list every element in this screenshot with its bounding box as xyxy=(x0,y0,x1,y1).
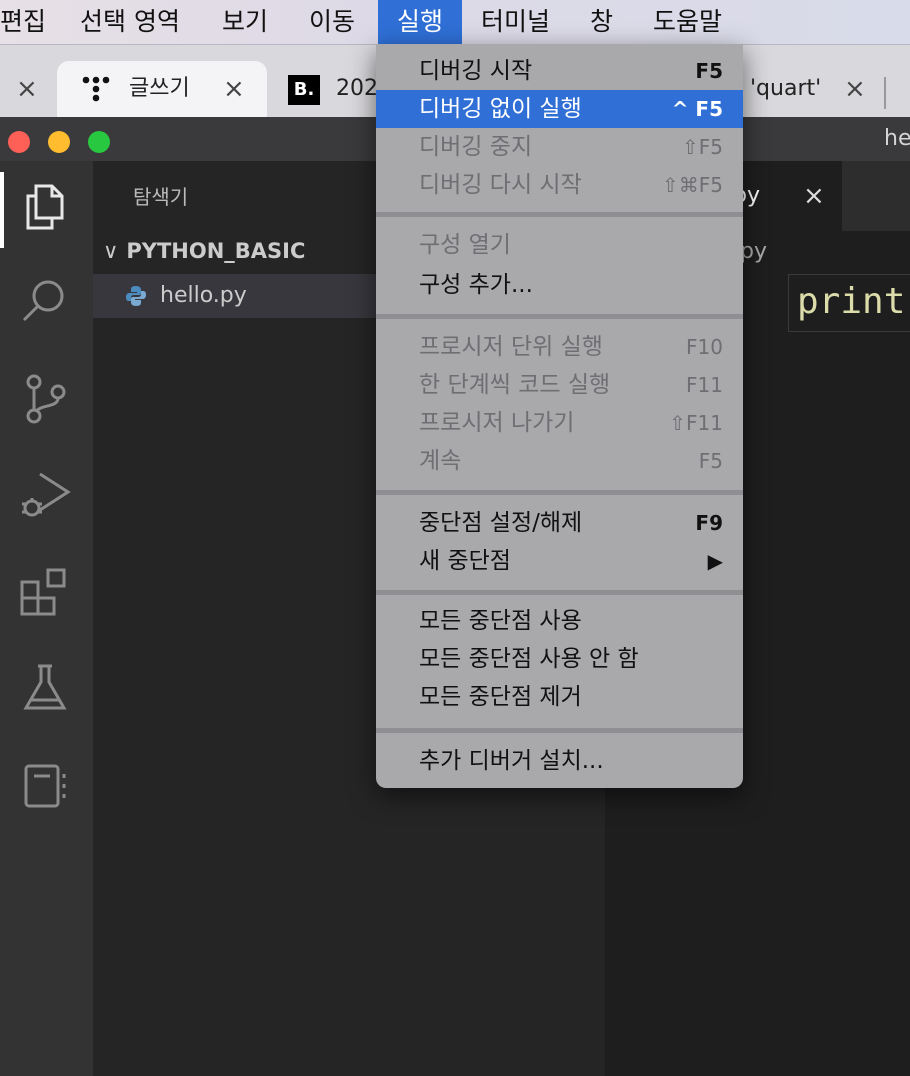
zoom-window-button[interactable] xyxy=(88,131,110,153)
menu-item-new-breakpoint[interactable]: 새 중단점 ▶ xyxy=(376,542,743,580)
python-file-icon xyxy=(126,286,146,306)
code-text: print xyxy=(797,281,906,322)
menu-item-shortcut: ⇧F5 xyxy=(682,135,723,159)
menu-item-label: 계속 xyxy=(419,448,462,474)
browser-tab-label: 글쓰기 xyxy=(129,76,190,101)
menu-item-restart-debugging: 디버깅 다시 시작 ⇧⌘F5 xyxy=(376,166,743,204)
menu-item-shortcut: ^ F5 xyxy=(671,97,723,121)
browser-tab-label: 202 xyxy=(336,76,378,101)
tab-close-button[interactable]: × xyxy=(223,61,245,117)
browser-tab-write[interactable]: 글쓰기 × xyxy=(57,61,267,117)
menu-edit[interactable]: 편집 xyxy=(0,0,46,44)
menu-run[interactable]: 실행 xyxy=(378,0,462,44)
source-control-icon[interactable] xyxy=(18,372,72,426)
minimize-window-button[interactable] xyxy=(48,131,70,153)
tab-divider xyxy=(884,77,886,109)
menu-item-shortcut: F11 xyxy=(686,373,723,397)
menu-item-label: 한 단계씩 코드 실행 xyxy=(419,372,611,398)
current-line: print xyxy=(788,274,910,332)
menu-item-label: 추가 디버거 설치... xyxy=(419,748,604,774)
workspace-folder-label: PYTHON_BASIC xyxy=(126,239,306,263)
active-view-indicator xyxy=(0,172,4,248)
files-icon[interactable] xyxy=(18,180,72,234)
menu-go[interactable]: 이동 xyxy=(309,0,355,44)
menu-terminal[interactable]: 터미널 xyxy=(481,0,550,44)
breadcrumb[interactable]: py xyxy=(740,239,767,264)
menu-item-label: 디버깅 중지 xyxy=(419,134,533,160)
menu-item-shortcut: F5 xyxy=(698,449,723,473)
menu-item-enable-all-breakpoints[interactable]: 모든 중단점 사용 xyxy=(376,602,743,640)
close-window-button[interactable] xyxy=(8,131,30,153)
menu-item-stop-debugging: 디버깅 중지 ⇧F5 xyxy=(376,128,743,166)
menu-separator xyxy=(376,314,743,319)
menu-item-label: 프로시저 나가기 xyxy=(419,410,575,436)
menu-item-step-into: 한 단계씩 코드 실행 F11 xyxy=(376,366,743,404)
workspace-folder[interactable]: ∨ PYTHON_BASIC xyxy=(103,239,305,263)
menu-separator xyxy=(376,212,743,217)
testing-icon[interactable] xyxy=(18,662,72,716)
menu-item-step-out: 프로시저 나가기 ⇧F11 xyxy=(376,404,743,442)
menu-item-continue: 계속 F5 xyxy=(376,442,743,480)
submenu-arrow-icon: ▶ xyxy=(707,549,723,573)
menu-item-add-configuration[interactable]: 구성 추가... xyxy=(376,266,743,304)
menu-item-open-configurations: 구성 열기 xyxy=(376,226,743,264)
run-menu-dropdown: 디버깅 시작 F5 디버깅 없이 실행 ^ F5 디버깅 중지 ⇧F5 디버깅 다시 … xyxy=(376,44,743,788)
explorer-title: 탐색기 xyxy=(133,185,189,209)
menu-item-label: 구성 열기 xyxy=(419,232,511,258)
menu-item-label: 모든 중단점 사용 안 함 xyxy=(419,646,639,672)
menu-item-label: 새 중단점 xyxy=(419,548,511,574)
menu-item-label: 중단점 설정/해제 xyxy=(419,510,583,536)
editor-tab-close-button[interactable]: × xyxy=(803,161,825,231)
menu-separator xyxy=(376,490,743,495)
extensions-icon[interactable] xyxy=(18,566,72,620)
menu-item-label: 모든 중단점 사용 xyxy=(419,608,582,634)
menu-item-label: 모든 중단점 제거 xyxy=(419,684,582,710)
tab-close-button[interactable]: × xyxy=(16,61,38,117)
browser-tab-3[interactable]: 'quart' × xyxy=(750,61,875,117)
mac-menubar: 편집 선택 영역 보기 이동 실행 터미널 창 도움말 xyxy=(0,0,910,45)
tab-close-button[interactable]: × xyxy=(844,61,866,117)
menu-selection[interactable]: 선택 영역 xyxy=(80,0,180,44)
menu-view[interactable]: 보기 xyxy=(222,0,268,44)
menu-item-shortcut: F9 xyxy=(695,511,723,535)
menu-item-step-over: 프로시저 단위 실행 F10 xyxy=(376,328,743,366)
browser-tab-2[interactable]: B. 202 xyxy=(288,61,378,117)
menu-item-label: 프로시저 단위 실행 xyxy=(419,334,603,360)
menu-separator xyxy=(376,728,743,733)
menu-window[interactable]: 창 xyxy=(590,0,613,44)
search-icon[interactable] xyxy=(18,274,72,328)
menu-item-label: 디버깅 시작 xyxy=(419,58,533,84)
menu-item-run-without-debugging[interactable]: 디버깅 없이 실행 ^ F5 xyxy=(376,90,743,128)
menu-item-disable-all-breakpoints[interactable]: 모든 중단점 사용 안 함 xyxy=(376,640,743,678)
menu-help[interactable]: 도움말 xyxy=(653,0,722,44)
menu-item-toggle-breakpoint[interactable]: 중단점 설정/해제 F9 xyxy=(376,504,743,542)
chevron-down-icon: ∨ xyxy=(103,239,119,263)
menu-item-shortcut: F10 xyxy=(686,335,723,359)
browser-tab-label: 'quart' xyxy=(750,76,822,101)
menu-item-label: 구성 추가... xyxy=(419,272,533,298)
menu-item-shortcut: ⇧⌘F5 xyxy=(662,173,723,197)
notebook-icon[interactable] xyxy=(18,760,72,814)
menu-separator xyxy=(376,590,743,595)
window-title: he xyxy=(884,126,910,151)
brunch-logo-icon: B. xyxy=(288,75,320,105)
menu-item-label: 디버깅 다시 시작 xyxy=(419,172,582,198)
menu-item-label: 디버깅 없이 실행 xyxy=(419,96,582,122)
file-name: hello.py xyxy=(160,283,247,308)
tistory-logo-icon xyxy=(82,76,110,102)
menu-item-install-debuggers[interactable]: 추가 디버거 설치... xyxy=(376,742,743,780)
menu-item-shortcut: F5 xyxy=(695,59,723,83)
menu-item-start-debugging[interactable]: 디버깅 시작 F5 xyxy=(376,52,743,90)
menu-item-remove-all-breakpoints[interactable]: 모든 중단점 제거 xyxy=(376,678,743,716)
menu-item-shortcut: ⇧F11 xyxy=(669,411,723,435)
run-debug-icon[interactable] xyxy=(18,468,72,522)
